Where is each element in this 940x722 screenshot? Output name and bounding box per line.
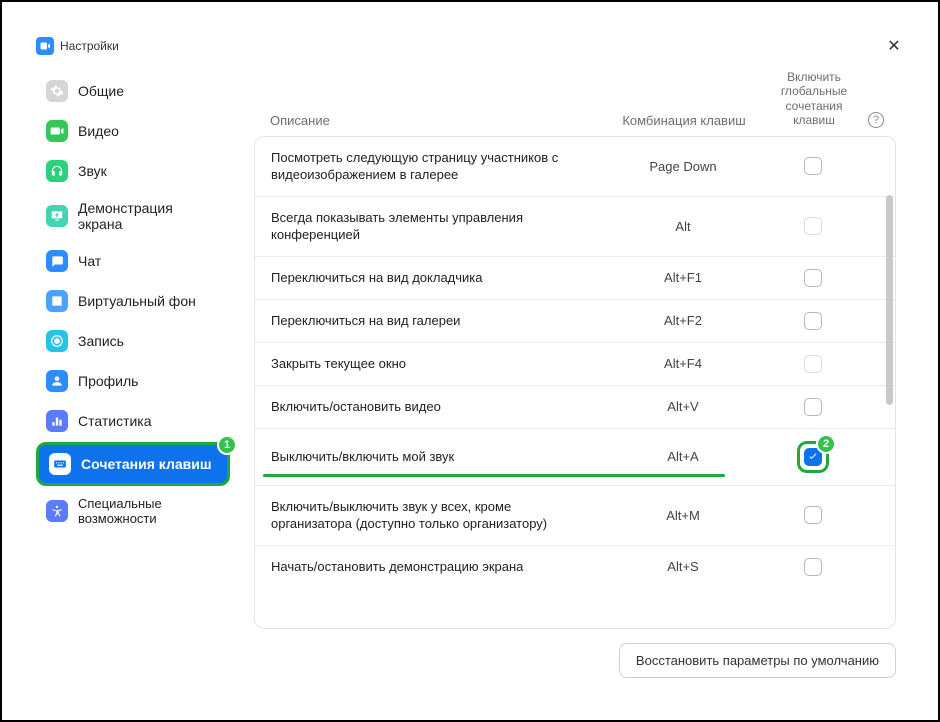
table-row: Посмотреть следующую страницу участников… (255, 137, 895, 197)
sidebar-item-profile[interactable]: Профиль (36, 362, 230, 400)
table-row: Начать/остановить демонстрацию экрана Al… (255, 546, 895, 588)
header-global: Включить глобальные сочетания клавиш (764, 70, 864, 128)
row-description: Переключиться на вид галереи (263, 312, 603, 330)
virtual-bg-icon (46, 290, 68, 312)
titlebar: Настройки ✕ (28, 32, 912, 60)
sidebar-item-shortcuts[interactable]: Сочетания клавиш 1 (36, 442, 230, 486)
header-shortcut: Комбинация клавиш (604, 113, 764, 128)
row-description: Переключиться на вид докладчика (263, 269, 603, 287)
row-shortcut[interactable]: Alt+F4 (603, 356, 763, 371)
sidebar-item-label: Видео (78, 123, 119, 139)
accessibility-icon (46, 500, 68, 522)
table-row: Всегда показывать элементы управления ко… (255, 197, 895, 257)
chat-icon (46, 250, 68, 272)
sidebar-item-statistics[interactable]: Статистика (36, 402, 230, 440)
restore-defaults-button[interactable]: Восстановить параметры по умолчанию (619, 643, 896, 678)
sidebar-item-accessibility[interactable]: Специальные возможности (36, 488, 230, 534)
main-pane: Описание Комбинация клавиш Включить глоб… (238, 60, 912, 694)
zoom-app-icon (36, 37, 54, 55)
shortcuts-list: Посмотреть следующую страницу участников… (254, 136, 896, 629)
row-shortcut[interactable]: Alt+F1 (603, 270, 763, 285)
row-description: Всегда показывать элементы управления ко… (263, 209, 603, 244)
sidebar-item-label: Звук (78, 163, 107, 179)
global-checkbox (804, 217, 822, 235)
table-row: Закрыть текущее окно Alt+F4 (255, 343, 895, 386)
row-description: Включить/выключить звук у всех, кроме ор… (263, 498, 603, 533)
table-row: Включить/выключить звук у всех, кроме ор… (255, 486, 895, 546)
global-checkbox[interactable] (804, 558, 822, 576)
global-checkbox[interactable] (804, 157, 822, 175)
keyboard-icon (49, 453, 71, 475)
scrollbar[interactable] (886, 195, 893, 405)
annotation-underline (263, 474, 725, 477)
sidebar-item-label: Общие (78, 83, 124, 99)
help-icon[interactable]: ? (868, 112, 884, 128)
sidebar-item-label: Статистика (78, 413, 152, 429)
sidebar-item-label: Запись (78, 333, 124, 349)
sidebar-item-video[interactable]: Видео (36, 112, 230, 150)
table-row: Переключиться на вид докладчика Alt+F1 (255, 257, 895, 300)
row-shortcut[interactable]: Alt+S (603, 559, 763, 574)
row-shortcut[interactable]: Alt+A (603, 449, 763, 464)
gear-icon (46, 80, 68, 102)
settings-window: Настройки ✕ Общие Видео Звук Демонстраци… (28, 32, 912, 694)
table-row: Переключиться на вид галереи Alt+F2 (255, 300, 895, 343)
sidebar-item-audio[interactable]: Звук (36, 152, 230, 190)
annotation-badge-2: 2 (816, 434, 836, 454)
sidebar-item-label: Специальные возможности (78, 496, 162, 526)
table-row: Включить/остановить видео Alt+V (255, 386, 895, 429)
annotation-badge-1: 1 (217, 435, 237, 455)
row-shortcut[interactable]: Page Down (603, 159, 763, 174)
sidebar-item-chat[interactable]: Чат (36, 242, 230, 280)
row-description: Начать/остановить демонстрацию экрана (263, 558, 603, 576)
highlighted-checkbox-wrap: 2 (797, 441, 829, 473)
sidebar-item-label: Виртуальный фон (78, 293, 196, 309)
row-shortcut[interactable]: Alt+V (603, 399, 763, 414)
global-checkbox[interactable] (804, 398, 822, 416)
table-header: Описание Комбинация клавиш Включить глоб… (254, 70, 896, 136)
stats-icon (46, 410, 68, 432)
sidebar-item-label: Чат (78, 253, 101, 269)
table-row: Выключить/включить мой звук Alt+A 2 (255, 429, 895, 486)
share-screen-icon (46, 205, 68, 227)
sidebar-item-recording[interactable]: Запись (36, 322, 230, 360)
row-description: Закрыть текущее окно (263, 355, 603, 373)
close-button[interactable]: ✕ (884, 36, 904, 56)
global-checkbox[interactable] (804, 269, 822, 287)
global-checkbox (804, 355, 822, 373)
window-title: Настройки (60, 39, 119, 53)
footer: Восстановить параметры по умолчанию (254, 629, 896, 678)
sidebar-item-label: Сочетания клавиш (81, 456, 212, 472)
sidebar: Общие Видео Звук Демонстрация экрана Чат… (28, 60, 238, 694)
record-icon (46, 330, 68, 352)
row-shortcut[interactable]: Alt+M (603, 508, 763, 523)
sidebar-item-share-screen[interactable]: Демонстрация экрана (36, 192, 230, 240)
header-description: Описание (262, 113, 604, 128)
sidebar-item-virtual-background[interactable]: Виртуальный фон (36, 282, 230, 320)
sidebar-item-label: Профиль (78, 373, 138, 389)
global-checkbox[interactable] (804, 312, 822, 330)
sidebar-item-general[interactable]: Общие (36, 72, 230, 110)
video-icon (46, 120, 68, 142)
headphones-icon (46, 160, 68, 182)
row-description: Выключить/включить мой звук (263, 448, 603, 466)
row-shortcut[interactable]: Alt (603, 219, 763, 234)
profile-icon (46, 370, 68, 392)
row-shortcut[interactable]: Alt+F2 (603, 313, 763, 328)
sidebar-item-label: Демонстрация экрана (78, 200, 220, 232)
row-description: Посмотреть следующую страницу участников… (263, 149, 603, 184)
row-description: Включить/остановить видео (263, 398, 603, 416)
global-checkbox[interactable] (804, 506, 822, 524)
